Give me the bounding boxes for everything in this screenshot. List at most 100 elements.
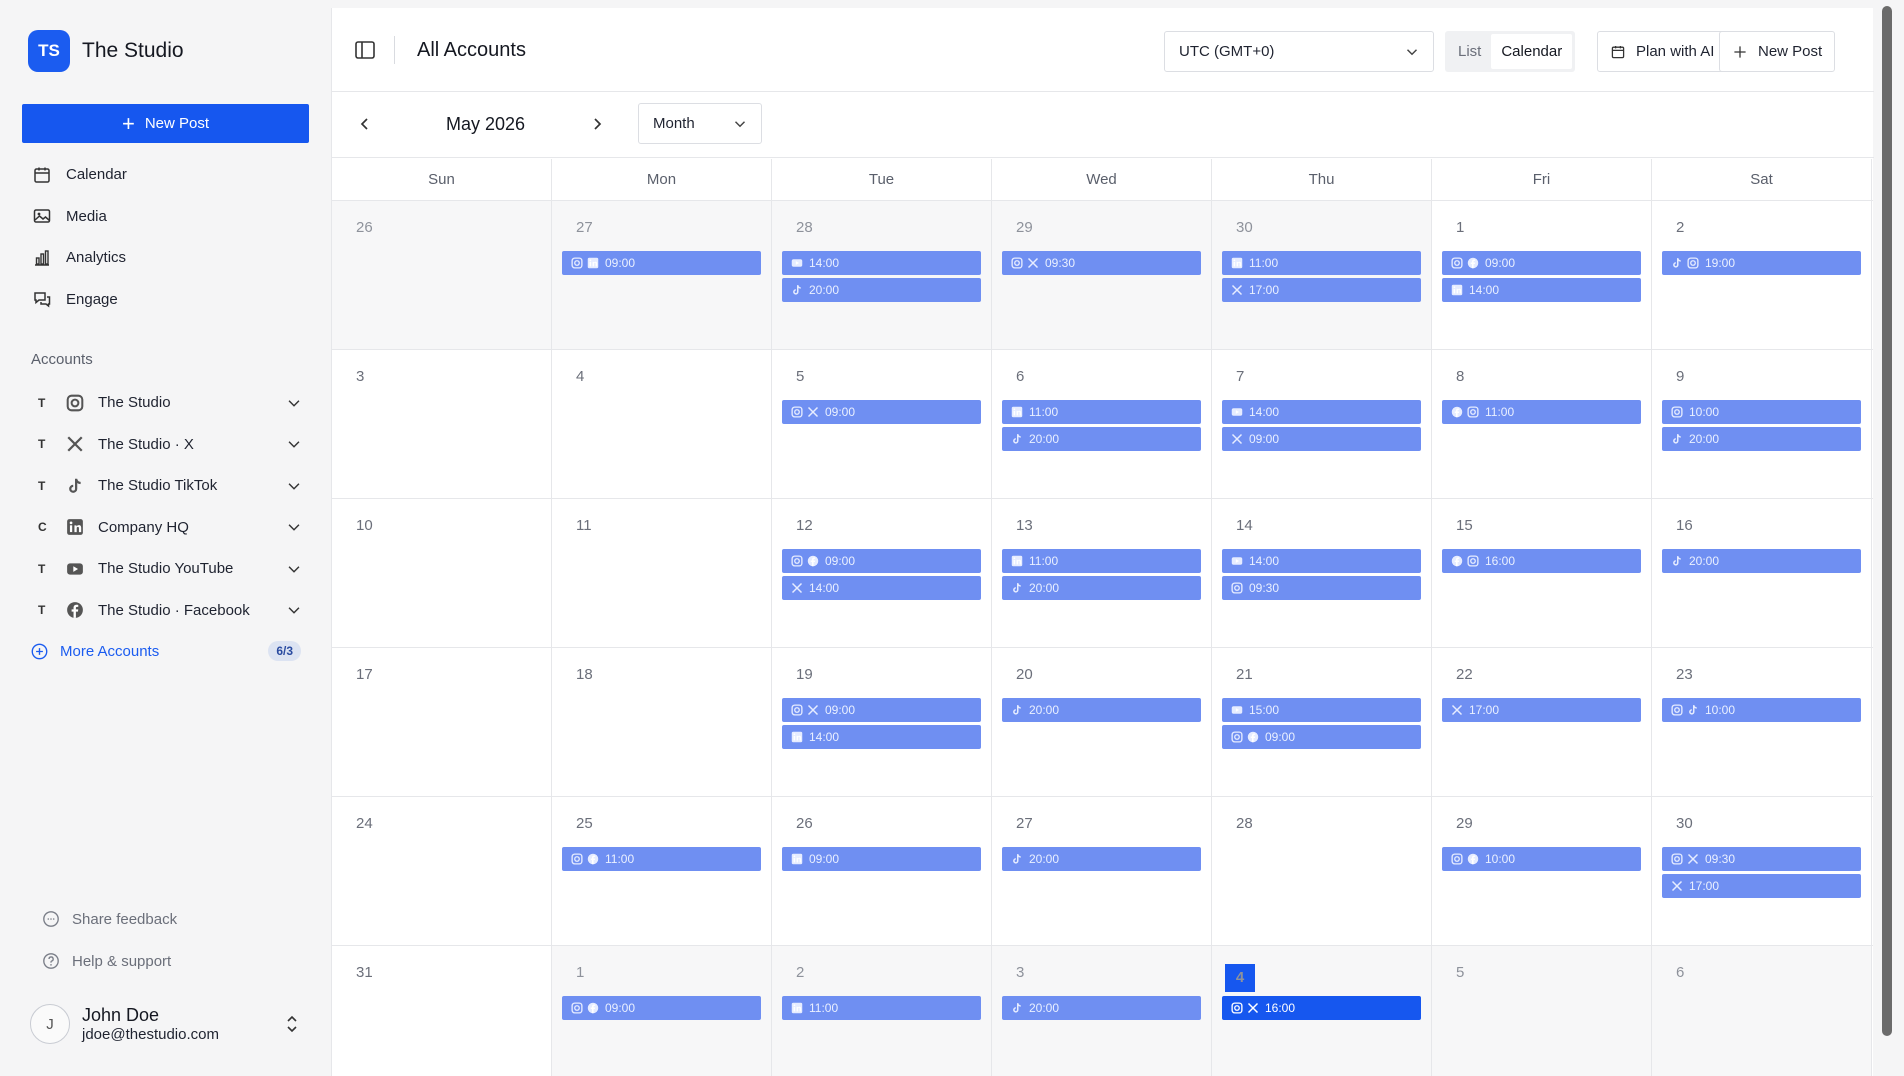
scheduled-post[interactable]: 09:00 [1222,725,1421,749]
sidebar-new-post-button[interactable]: + New Post [22,104,309,143]
day-cell[interactable]: 27 20:00 [992,797,1212,945]
day-cell[interactable]: 11 [552,499,772,647]
chevron-down-icon[interactable] [285,435,303,453]
scheduled-post[interactable]: 09:00 [1442,251,1641,275]
range-select[interactable]: Month [638,103,762,144]
day-cell[interactable]: 15 16:00 [1432,499,1652,647]
day-cell[interactable]: 22 17:00 [1432,648,1652,796]
account-item-facebook[interactable]: T The Studio · Facebook [22,590,309,632]
scheduled-post[interactable]: 14:00 [1222,400,1421,424]
day-cell[interactable]: 3 20:00 [992,946,1212,1076]
day-cell[interactable]: 4 [552,350,772,498]
day-cell[interactable]: 23 10:00 [1652,648,1872,796]
day-cell[interactable]: 2 19:00 [1652,201,1872,349]
day-cell[interactable]: 16 20:00 [1652,499,1872,647]
day-cell[interactable]: 20 20:00 [992,648,1212,796]
scheduled-post[interactable]: 09:30 [1222,576,1421,600]
scheduled-post[interactable]: 20:00 [1662,549,1861,573]
account-item-youtube[interactable]: T The Studio YouTube [22,548,309,590]
scheduled-post[interactable]: 11:00 [1442,400,1641,424]
view-list-tab[interactable]: List [1448,34,1491,69]
user-menu[interactable]: J John Doe jdoe@thestudio.com [30,1004,300,1044]
scheduled-post[interactable]: 14:00 [782,251,981,275]
day-cell[interactable]: 30 09:30 17:00 [1652,797,1872,945]
day-cell[interactable]: 24 [332,797,552,945]
day-cell[interactable]: 17 [332,648,552,796]
view-calendar-tab[interactable]: Calendar [1491,34,1573,69]
scheduled-post[interactable]: 16:00 [1222,996,1421,1020]
scheduled-post[interactable]: 09:30 [1002,251,1201,275]
scheduled-post[interactable]: 10:00 [1662,698,1861,722]
day-cell[interactable]: 28 14:00 20:00 [772,201,992,349]
chevron-down-icon[interactable] [285,477,303,495]
day-cell[interactable]: 1 09:00 [552,946,772,1076]
scheduled-post[interactable]: 17:00 [1442,698,1641,722]
scheduled-post[interactable]: 09:00 [782,847,981,871]
day-cell[interactable]: 21 15:00 09:00 [1212,648,1432,796]
chevron-down-icon[interactable] [285,394,303,412]
scheduled-post[interactable]: 09:00 [562,996,761,1020]
scheduled-post[interactable]: 20:00 [1002,576,1201,600]
day-cell[interactable]: 2 11:00 [772,946,992,1076]
scheduled-post[interactable]: 09:00 [562,251,761,275]
day-cell[interactable]: 5 09:00 [772,350,992,498]
day-cell[interactable]: 14 14:00 09:30 [1212,499,1432,647]
scheduled-post[interactable]: 09:00 [782,400,981,424]
sidebar-item-calendar[interactable]: Calendar [22,154,309,196]
day-cell[interactable]: 7 14:00 09:00 [1212,350,1432,498]
day-cell[interactable]: 13 11:00 20:00 [992,499,1212,647]
day-cell[interactable]: 8 11:00 [1432,350,1652,498]
sidebar-item-analytics[interactable]: Analytics [22,237,309,279]
day-cell[interactable]: 26 09:00 [772,797,992,945]
scheduled-post[interactable]: 20:00 [1002,427,1201,451]
scheduled-post[interactable]: 14:00 [782,576,981,600]
plan-with-ai-button[interactable]: Plan with AI [1597,31,1728,72]
header-new-post-button[interactable]: New Post [1719,31,1836,72]
sidebar-toggle-icon[interactable] [354,40,376,60]
prev-month-button[interactable] [354,112,376,136]
day-cell[interactable]: 18 [552,648,772,796]
scheduled-post[interactable]: 09:00 [782,549,981,573]
day-cell[interactable]: 5 [1432,946,1652,1076]
scheduled-post[interactable]: 11:00 [1222,251,1421,275]
chevron-down-icon[interactable] [285,518,303,536]
scheduled-post[interactable]: 16:00 [1442,549,1641,573]
share-feedback-link[interactable]: Share feedback [42,910,292,928]
scheduled-post[interactable]: 17:00 [1662,874,1861,898]
day-cell[interactable]: 1 09:00 14:00 [1432,201,1652,349]
account-item-tiktok[interactable]: T The Studio TikTok [22,465,309,507]
scheduled-post[interactable]: 09:30 [1662,847,1861,871]
scheduled-post[interactable]: 09:00 [782,698,981,722]
scrollbar[interactable] [1882,6,1892,1036]
scheduled-post[interactable]: 11:00 [1002,400,1201,424]
day-cell[interactable]: 6 [1652,946,1872,1076]
day-cell[interactable]: 29 10:00 [1432,797,1652,945]
day-cell[interactable]: 27 09:00 [552,201,772,349]
day-cell[interactable]: 4 16:00 [1212,946,1432,1076]
account-item-x[interactable]: T The Studio · X [22,424,309,466]
scheduled-post[interactable]: 10:00 [1662,400,1861,424]
sidebar-item-media[interactable]: Media [22,196,309,238]
scheduled-post[interactable]: 20:00 [1002,996,1201,1020]
scheduled-post[interactable]: 20:00 [1002,847,1201,871]
account-item-linkedin[interactable]: C Company HQ [22,507,309,549]
sidebar-item-engage[interactable]: Engage [22,279,309,321]
scheduled-post[interactable]: 11:00 [1002,549,1201,573]
timezone-select[interactable]: UTC (GMT+0) [1164,31,1434,72]
day-cell[interactable]: 28 [1212,797,1432,945]
day-cell[interactable]: 3 [332,350,552,498]
day-cell[interactable]: 29 09:30 [992,201,1212,349]
day-cell[interactable]: 10 [332,499,552,647]
day-cell[interactable]: 19 09:00 14:00 [772,648,992,796]
next-month-button[interactable] [586,112,608,136]
day-cell[interactable]: 25 11:00 [552,797,772,945]
more-accounts-link[interactable]: More Accounts 6/3 [31,641,301,661]
scheduled-post[interactable]: 20:00 [1002,698,1201,722]
day-cell[interactable]: 6 11:00 20:00 [992,350,1212,498]
scheduled-post[interactable]: 10:00 [1442,847,1641,871]
scheduled-post[interactable]: 14:00 [782,725,981,749]
scheduled-post[interactable]: 09:00 [1222,427,1421,451]
scheduled-post[interactable]: 20:00 [782,278,981,302]
scheduled-post[interactable]: 20:00 [1662,427,1861,451]
scheduled-post[interactable]: 14:00 [1222,549,1421,573]
